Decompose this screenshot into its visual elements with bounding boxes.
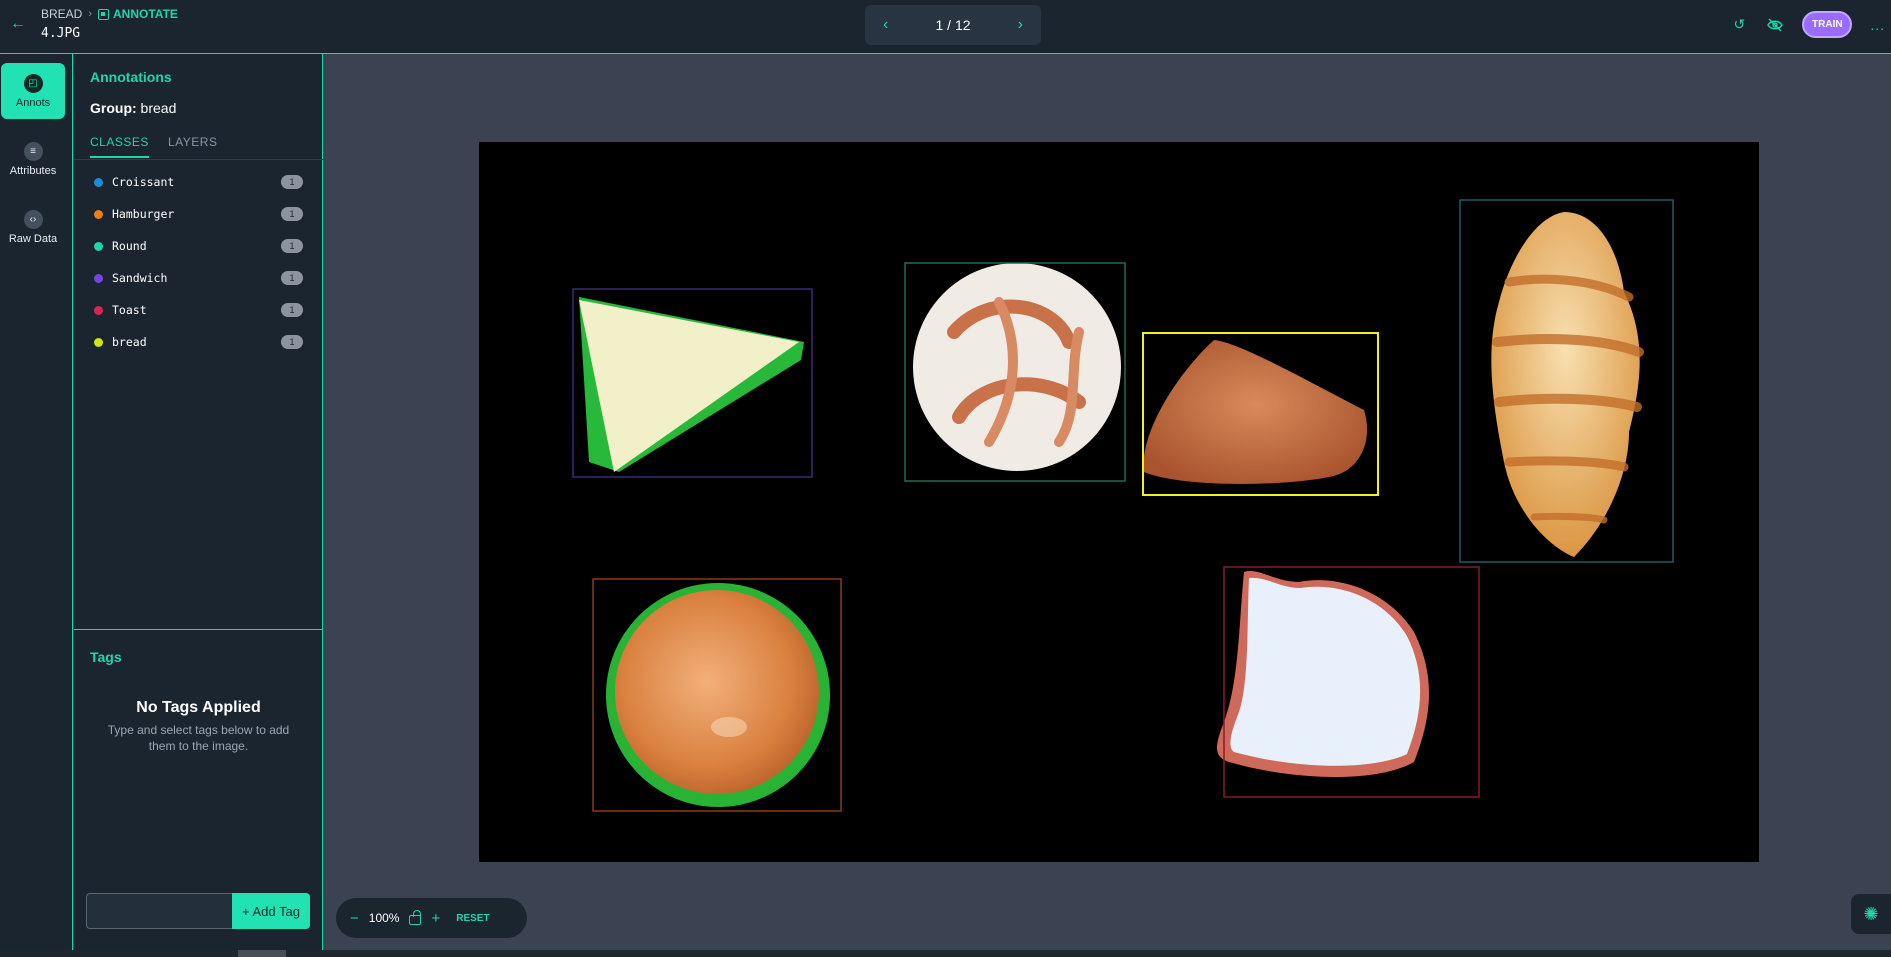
hamburger-object xyxy=(606,583,830,807)
class-name: Sandwich xyxy=(112,271,168,285)
annotate-icon xyxy=(98,8,110,20)
lock-open-icon[interactable] xyxy=(409,909,422,925)
breadcrumb-separator: › xyxy=(88,8,93,20)
minus-icon[interactable]: − xyxy=(350,910,359,927)
breadcrumb-mode-label: ANNOTATE xyxy=(113,7,178,21)
tab-classes[interactable]: CLASSES xyxy=(90,135,149,158)
file-name: 4.JPG xyxy=(41,26,81,41)
left-rail: ◰ Annots ≡ Attributes ‹› Raw Data xyxy=(0,54,73,950)
pager-count: 1 / 12 xyxy=(935,17,971,33)
rail-label-annots: Annots xyxy=(15,96,51,109)
tags-divider xyxy=(74,629,323,630)
rail-label-raw-data: Raw Data xyxy=(8,232,58,245)
rail-label-attributes: Attributes xyxy=(9,164,57,177)
tag-input[interactable] xyxy=(86,893,232,929)
plus-icon[interactable]: + xyxy=(431,910,440,927)
class-count-badge: 1 xyxy=(281,207,303,221)
annotation-icon: ◰ xyxy=(23,73,43,93)
class-name: Croissant xyxy=(112,175,175,189)
rail-item-attributes[interactable]: ≡ Attributes xyxy=(1,131,65,187)
eye-off-icon[interactable] xyxy=(1766,16,1784,34)
zoom-value: 100% xyxy=(368,911,400,925)
class-count-badge: 1 xyxy=(281,239,303,253)
class-count-badge: 1 xyxy=(281,303,303,317)
class-name: bread xyxy=(112,335,147,349)
class-item-bread[interactable]: bread 1 xyxy=(74,326,323,358)
sandwich-object xyxy=(579,297,804,472)
tab-layers[interactable]: LAYERS xyxy=(168,135,217,156)
add-tag-button[interactable]: + Add Tag xyxy=(232,893,310,929)
image-pager: ‹ 1 / 12 › xyxy=(865,5,1041,45)
no-tags-description: Type and select tags below to add them t… xyxy=(107,723,290,753)
top-bar: ← BREAD › ANNOTATE 4.JPG ‹ 1 / 12 › ↺ TR… xyxy=(0,0,1891,54)
list-icon: ≡ xyxy=(23,141,43,161)
breadcrumb-project[interactable]: BREAD xyxy=(41,7,82,21)
no-tags-title: No Tags Applied xyxy=(136,699,261,716)
rail-item-annots[interactable]: ◰ Annots xyxy=(1,63,65,119)
class-item-round[interactable]: Round 1 xyxy=(74,230,323,262)
chevron-left-icon[interactable]: ‹ xyxy=(883,16,888,34)
tag-input-row: + Add Tag xyxy=(86,893,310,929)
no-tags-message: No Tags Applied Type and select tags bel… xyxy=(74,699,323,754)
class-list: Croissant 1 Hamburger 1 Round 1 Sandwich… xyxy=(74,166,323,358)
class-item-sandwich[interactable]: Sandwich 1 xyxy=(74,262,323,294)
class-name: Round xyxy=(112,239,147,253)
image-canvas[interactable] xyxy=(479,142,1759,862)
class-color-dot xyxy=(94,337,103,347)
class-color-dot xyxy=(94,305,103,315)
class-item-toast[interactable]: Toast 1 xyxy=(74,294,323,326)
group-label: Group: xyxy=(90,100,137,116)
code-icon: ‹› xyxy=(23,209,43,229)
reset-zoom-button[interactable]: RESET xyxy=(456,913,489,924)
annotated-image xyxy=(572,199,1674,812)
breadcrumb: BREAD › ANNOTATE xyxy=(41,7,178,21)
class-name: Toast xyxy=(112,303,147,317)
horizontal-scrollbar[interactable] xyxy=(0,950,1891,957)
tags-title: Tags xyxy=(90,649,122,665)
more-options-icon[interactable]: ... xyxy=(1870,17,1885,33)
class-count-badge: 1 xyxy=(281,271,303,285)
breadcrumb-mode: ANNOTATE xyxy=(98,7,178,21)
zoom-bar: − 100% + RESET xyxy=(336,898,527,938)
panel-tabs: CLASSES LAYERS xyxy=(74,130,323,160)
class-count-badge: 1 xyxy=(281,175,303,189)
group-line: Group: bread xyxy=(90,100,176,116)
round-bun-object xyxy=(913,263,1121,471)
chevron-right-icon[interactable]: › xyxy=(1018,16,1023,34)
history-icon[interactable]: ↺ xyxy=(1730,16,1748,34)
panel-title: Annotations xyxy=(90,69,172,85)
train-button[interactable]: TRAIN xyxy=(1802,11,1853,38)
croissant-object xyxy=(1491,212,1644,557)
class-color-dot xyxy=(94,177,103,187)
scrollbar-thumb[interactable] xyxy=(238,950,286,957)
class-color-dot xyxy=(94,209,103,219)
annotations-panel: Annotations Group: bread CLASSES LAYERS … xyxy=(74,54,323,950)
toast-object xyxy=(1217,570,1429,777)
class-color-dot xyxy=(94,273,103,283)
class-item-croissant[interactable]: Croissant 1 xyxy=(74,166,323,198)
settings-icon[interactable]: ✺ xyxy=(1851,894,1891,934)
class-count-badge: 1 xyxy=(281,335,303,349)
bread-object xyxy=(1143,340,1368,484)
class-name: Hamburger xyxy=(112,207,175,221)
class-item-hamburger[interactable]: Hamburger 1 xyxy=(74,198,323,230)
top-right-actions: ↺ TRAIN ... xyxy=(1730,11,1891,38)
rail-item-raw-data[interactable]: ‹› Raw Data xyxy=(1,199,65,255)
class-color-dot xyxy=(94,241,103,251)
group-value: bread xyxy=(140,100,177,116)
back-arrow-icon[interactable]: ← xyxy=(8,14,28,34)
